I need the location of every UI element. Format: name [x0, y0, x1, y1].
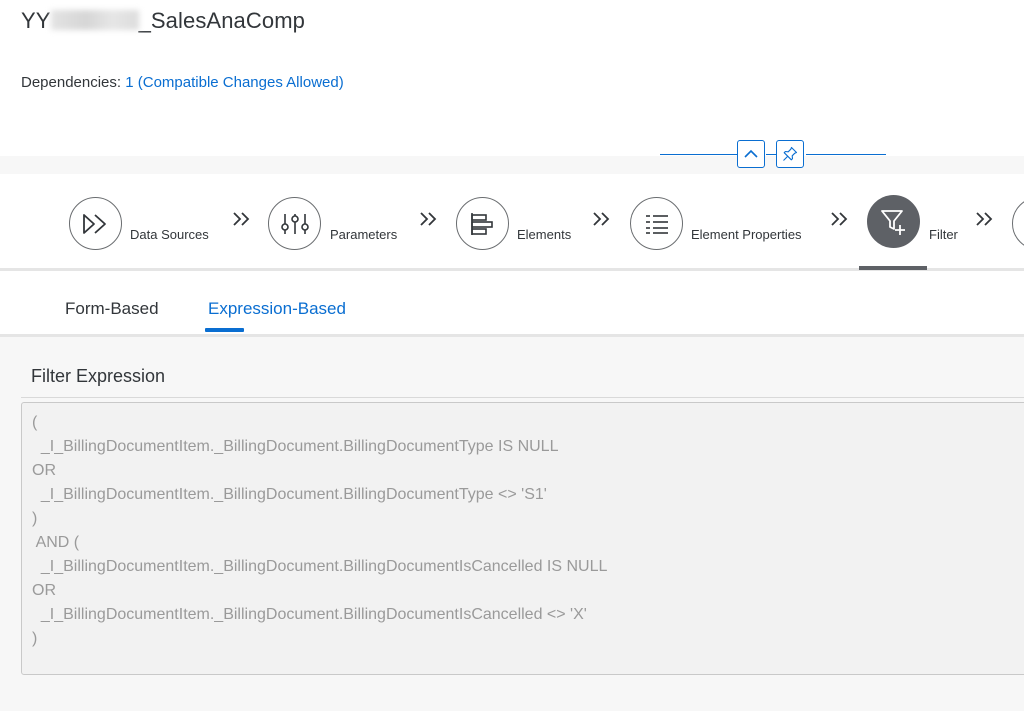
divider-line	[806, 154, 886, 155]
data-sources-icon	[82, 213, 106, 234]
dependencies-label: Dependencies:	[21, 74, 122, 91]
tab-form-based[interactable]: Form-Based	[65, 299, 159, 319]
step-label-element-properties[interactable]: Element Properties	[691, 227, 802, 242]
expression-line: _I_BillingDocumentItem._BillingDocument.…	[32, 486, 547, 503]
active-step-indicator	[859, 266, 927, 270]
divider-line	[766, 154, 776, 155]
expression-line: _I_BillingDocumentItem._BillingDocument.…	[32, 438, 559, 455]
expression-line: )	[32, 630, 38, 647]
expression-line: AND (	[32, 534, 80, 551]
chevron-double-right-icon	[831, 212, 848, 226]
chevron-double-right-icon	[233, 212, 250, 226]
filter-expression-editor[interactable]: ( _I_BillingDocumentItem._BillingDocumen…	[21, 402, 1024, 675]
step-label-data-sources[interactable]: Data Sources	[130, 227, 209, 242]
step-label-filter[interactable]: Filter	[929, 227, 958, 242]
step-data-sources[interactable]	[69, 197, 122, 250]
chevron-double-right-icon	[420, 212, 437, 226]
step-element-properties[interactable]	[630, 197, 683, 250]
step-elements[interactable]	[456, 197, 509, 250]
step-label-elements[interactable]: Elements	[517, 227, 571, 242]
parameters-icon	[280, 213, 309, 234]
expression-line: _I_BillingDocumentItem._BillingDocument.…	[32, 606, 587, 623]
collapse-header-button[interactable]	[737, 140, 765, 168]
expression-line: )	[32, 510, 38, 527]
expression-line: OR	[32, 582, 56, 599]
section-divider	[21, 397, 1024, 398]
page-title: YY _SalesAnaComp	[21, 8, 305, 33]
expression-line: OR	[32, 462, 56, 479]
tab-expression-based[interactable]: Expression-Based	[208, 299, 346, 319]
dependencies: Dependencies: 1 (Compatible Changes Allo…	[21, 74, 344, 91]
redacted-text	[50, 10, 139, 30]
element-properties-icon	[645, 214, 668, 234]
chevron-up-icon	[744, 149, 758, 158]
pin-header-button[interactable]	[776, 140, 804, 168]
elements-icon	[470, 212, 493, 235]
active-tab-indicator	[205, 328, 244, 332]
filter-icon	[880, 209, 905, 235]
step-label-parameters[interactable]: Parameters	[330, 227, 397, 242]
expression-line: (	[32, 414, 38, 431]
chevron-double-right-icon	[976, 212, 993, 226]
divider-line	[660, 154, 737, 155]
step-filter[interactable]	[867, 195, 920, 248]
chevron-double-right-icon	[593, 212, 610, 226]
expression-line: _I_BillingDocumentItem._BillingDocument.…	[32, 558, 608, 575]
pin-icon	[783, 146, 798, 161]
header-divider-strip	[0, 156, 1024, 174]
filter-expression-title: Filter Expression	[31, 366, 166, 386]
step-parameters[interactable]	[268, 197, 321, 250]
dependencies-link[interactable]: 1 (Compatible Changes Allowed)	[125, 74, 343, 91]
